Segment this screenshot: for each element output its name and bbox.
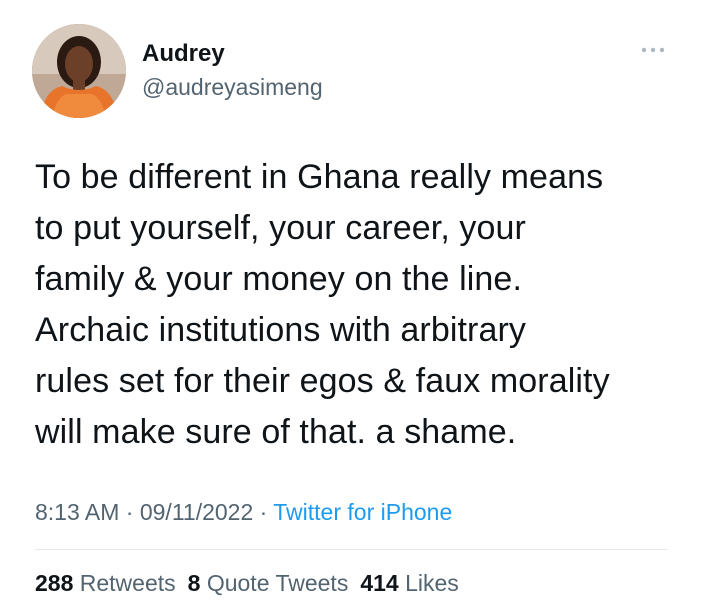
retweets-count: 288 (35, 570, 74, 596)
meta-separator: · (119, 499, 140, 525)
likes-label: Likes (405, 570, 459, 596)
divider (35, 549, 668, 550)
tweet-time[interactable]: 8:13 AM (35, 499, 119, 525)
quote-tweets-count: 8 (187, 570, 201, 596)
tweet-date[interactable]: 09/11/2022 (140, 499, 253, 525)
likes-count: 414 (360, 570, 399, 596)
likes-stat[interactable]: 414 Likes (360, 570, 458, 596)
user-avatar-icon (32, 24, 126, 118)
quote-tweets-stat[interactable]: 8 Quote Tweets (188, 570, 349, 596)
author-handle[interactable]: @audreyasimeng (142, 74, 323, 101)
meta-separator: · (253, 499, 274, 525)
author-name[interactable]: Audrey (142, 40, 225, 68)
retweets-stat[interactable]: 288 Retweets (35, 570, 176, 596)
tweet-card: Audrey @audreyasimeng To be different in… (0, 0, 720, 610)
more-horizontal-icon[interactable] (639, 42, 667, 58)
tweet-stats: 288 Retweets 8 Quote Tweets 414 Likes (35, 570, 471, 597)
tweet-text: To be different in Ghana really means to… (35, 158, 610, 451)
retweets-label: Retweets (79, 570, 176, 596)
avatar[interactable] (32, 24, 126, 118)
tweet-source-link[interactable]: Twitter for iPhone (273, 499, 452, 525)
quote-tweets-label: Quote Tweets (206, 570, 349, 596)
tweet-meta: 8:13 AM · 09/11/2022 · Twitter for iPhon… (35, 499, 452, 526)
